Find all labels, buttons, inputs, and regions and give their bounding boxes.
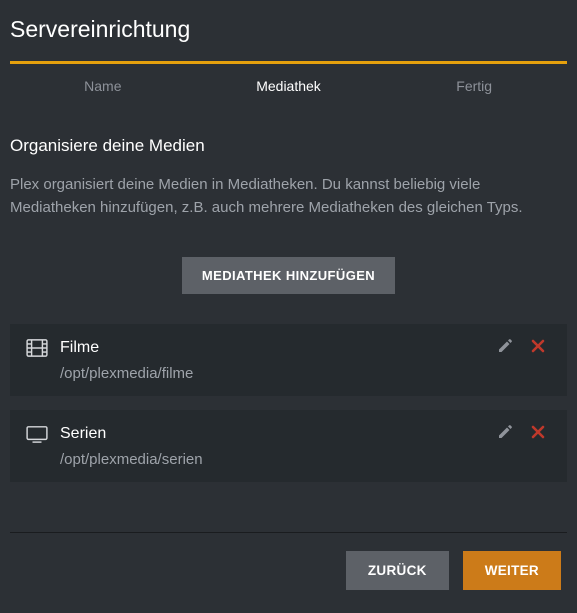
back-button[interactable]: ZURÜCK: [346, 551, 449, 590]
pencil-icon: [497, 424, 513, 443]
tab-fertig[interactable]: Fertig: [381, 64, 567, 94]
close-icon: [531, 425, 545, 442]
film-icon: [26, 339, 48, 357]
add-library-button[interactable]: MEDIATHEK HINZUFÜGEN: [182, 257, 395, 294]
edit-library-button[interactable]: [497, 338, 513, 357]
tab-mediathek[interactable]: Mediathek: [196, 64, 382, 94]
tab-name[interactable]: Name: [10, 64, 196, 94]
delete-library-button[interactable]: [531, 425, 545, 442]
section-description: Plex organisiert deine Medien in Mediath…: [10, 174, 567, 219]
tv-icon: [26, 425, 48, 443]
library-path: /opt/plexmedia/serien: [60, 451, 551, 468]
page-title: Servereinrichtung: [10, 10, 567, 43]
section-heading: Organisiere deine Medien: [10, 136, 567, 156]
edit-library-button[interactable]: [497, 424, 513, 443]
library-name: Filme: [60, 339, 485, 357]
library-item: Filme: [10, 324, 567, 396]
library-item: Serien: [10, 410, 567, 482]
wizard-footer: ZURÜCK WEITER: [10, 532, 567, 590]
library-path: /opt/plexmedia/filme: [60, 365, 551, 382]
library-name: Serien: [60, 425, 485, 443]
wizard-tabs: Name Mediathek Fertig: [10, 61, 567, 94]
close-icon: [531, 339, 545, 356]
pencil-icon: [497, 338, 513, 357]
next-button[interactable]: WEITER: [463, 551, 561, 590]
library-list: Filme: [10, 324, 567, 482]
delete-library-button[interactable]: [531, 339, 545, 356]
